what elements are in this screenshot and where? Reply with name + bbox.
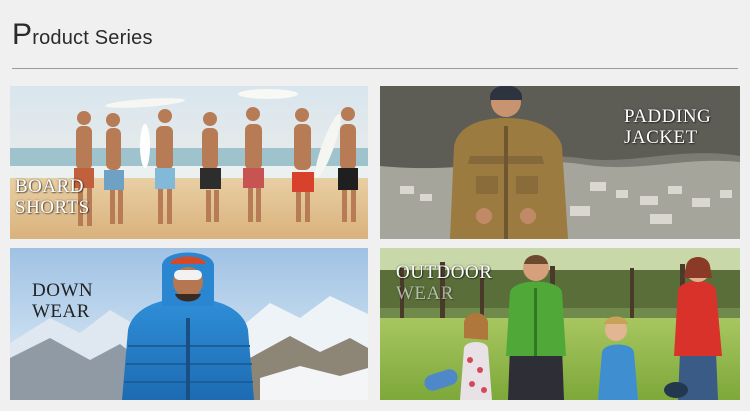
category-label-line: PADDING xyxy=(624,106,712,127)
category-label-padding-jacket: PADDING JACKET xyxy=(624,106,711,148)
category-card-padding-jacket[interactable]: PADDING JACKET xyxy=(380,86,740,239)
category-label-line: BOARD xyxy=(15,176,85,197)
category-label-line: DOWN xyxy=(32,280,94,301)
category-card-outdoor-wear[interactable]: OUTDOOR WEAR xyxy=(380,248,740,400)
header-divider xyxy=(12,68,738,69)
category-label-line: SHORTS xyxy=(15,197,90,218)
page-title-initial: P xyxy=(12,18,33,51)
category-label-board-shorts: BOARD SHORTS xyxy=(15,176,90,218)
category-label-line: JACKET xyxy=(624,127,698,148)
category-label-line: OUTDOOR xyxy=(396,262,493,283)
snow-mountain-photo xyxy=(10,248,368,400)
category-card-board-shorts[interactable]: BOARD SHORTS xyxy=(10,86,368,239)
category-label-line: WEAR xyxy=(32,301,90,322)
page-title: Product Series xyxy=(12,20,153,50)
page-title-rest: roduct Series xyxy=(32,27,153,49)
category-label-down-wear: DOWN WEAR xyxy=(32,280,93,322)
category-label-line: WEAR xyxy=(396,283,454,304)
category-card-down-wear[interactable]: DOWN WEAR xyxy=(10,248,368,400)
section-header: Product Series xyxy=(12,18,738,70)
category-label-outdoor-wear: OUTDOOR WEAR xyxy=(396,262,492,304)
